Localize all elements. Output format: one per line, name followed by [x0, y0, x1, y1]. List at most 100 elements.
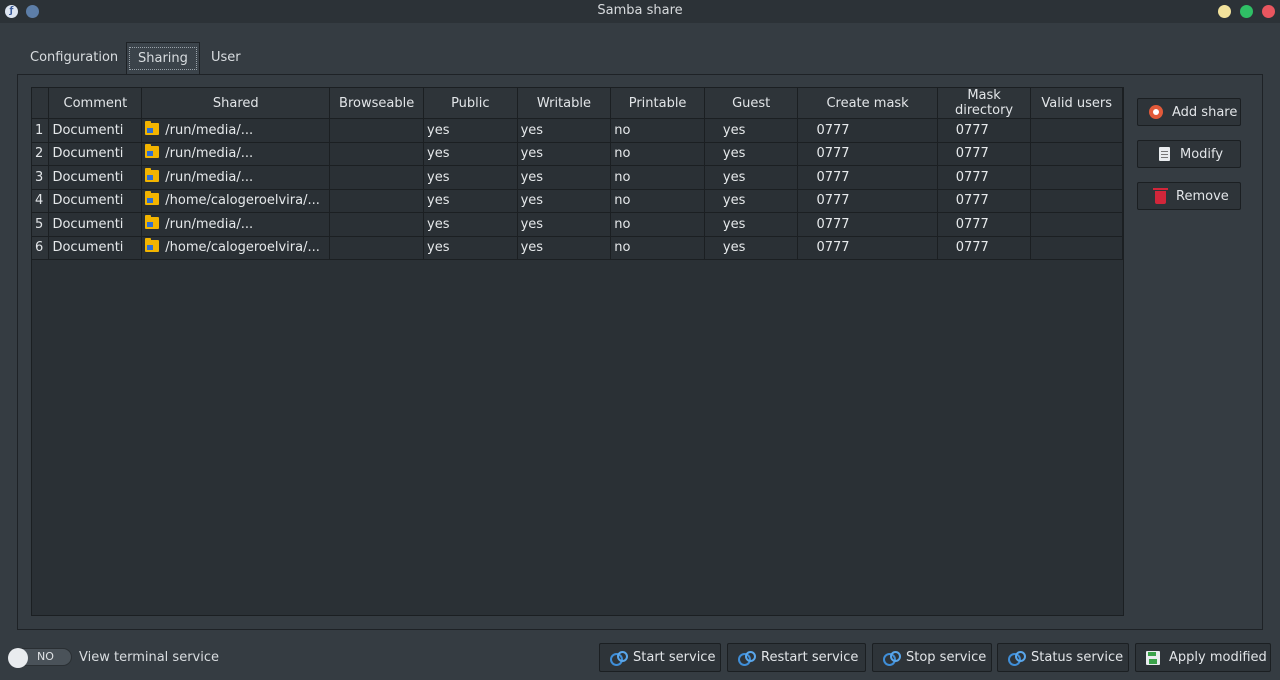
row-number[interactable]: 3 [32, 165, 50, 190]
cell-public[interactable]: yes [423, 189, 518, 213]
cell-valid-users[interactable] [1030, 118, 1123, 143]
corner-header[interactable] [32, 88, 50, 119]
cell-comment[interactable]: Documenti [48, 236, 143, 260]
cell-valid-users[interactable] [1030, 165, 1123, 190]
tab-configuration[interactable]: Configuration [18, 42, 130, 74]
cell-writable[interactable]: yes [517, 212, 612, 237]
cell-mask-directory[interactable]: 0777 [937, 142, 1032, 166]
cell-browseable[interactable] [329, 142, 425, 166]
row-number[interactable]: 5 [32, 212, 50, 237]
minimize-button[interactable] [1218, 5, 1231, 18]
cell-mask-directory[interactable]: 0777 [937, 236, 1032, 260]
row-number[interactable]: 2 [32, 142, 50, 166]
row-number[interactable]: 4 [32, 189, 50, 213]
cell-create-mask[interactable]: 0777 [797, 118, 938, 143]
cell-create-mask[interactable]: 0777 [797, 236, 938, 260]
shares-table[interactable]: Comment Shared Browseable Public Writabl… [31, 87, 1124, 616]
cell-guest[interactable]: yes [704, 118, 799, 143]
table-row[interactable]: 5 Documenti /run/media/... yes yes no ye… [32, 212, 1123, 237]
table-row[interactable]: 6 Documenti /home/calogeroelvira/... yes… [32, 236, 1123, 260]
cell-shared[interactable]: /home/calogeroelvira/... [141, 189, 331, 213]
cell-guest[interactable]: yes [704, 165, 799, 190]
remove-button[interactable]: Remove [1137, 182, 1241, 210]
column-header-public[interactable]: Public [423, 88, 518, 119]
cell-create-mask[interactable]: 0777 [797, 142, 938, 166]
cell-printable[interactable]: no [610, 118, 705, 143]
cell-printable[interactable]: no [610, 165, 705, 190]
column-header-browseable[interactable]: Browseable [329, 88, 425, 119]
cell-public[interactable]: yes [423, 212, 518, 237]
cell-public[interactable]: yes [423, 236, 518, 260]
tab-user-samba[interactable]: User samba [199, 42, 267, 96]
column-header-create-mask[interactable]: Create mask [797, 88, 938, 119]
apply-modified-button[interactable]: Apply modified [1135, 643, 1271, 672]
cell-create-mask[interactable]: 0777 [797, 189, 938, 213]
terminal-toggle[interactable]: NO [8, 648, 72, 668]
column-header-valid-users[interactable]: Valid users [1030, 88, 1123, 119]
stop-service-button[interactable]: Stop service [872, 643, 992, 672]
cell-comment[interactable]: Documenti [48, 165, 143, 190]
column-header-comment[interactable]: Comment [48, 88, 143, 119]
cell-guest[interactable]: yes [704, 212, 799, 237]
cell-valid-users[interactable] [1030, 142, 1123, 166]
cell-browseable[interactable] [329, 236, 425, 260]
table-row[interactable]: 3 Documenti /run/media/... yes yes no ye… [32, 165, 1123, 190]
cell-printable[interactable]: no [610, 212, 705, 237]
row-number[interactable]: 6 [32, 236, 50, 260]
cell-shared[interactable]: /run/media/... [141, 142, 331, 166]
cell-comment[interactable]: Documenti [48, 189, 143, 213]
cell-guest[interactable]: yes [704, 236, 799, 260]
cell-writable[interactable]: yes [517, 236, 612, 260]
cell-valid-users[interactable] [1030, 212, 1123, 237]
tab-sharing[interactable]: Sharing [126, 42, 200, 75]
cell-valid-users[interactable] [1030, 236, 1123, 260]
cell-comment[interactable]: Documenti [48, 142, 143, 166]
table-row[interactable]: 1 Documenti /run/media/... yes yes no ye… [32, 118, 1123, 143]
cell-public[interactable]: yes [423, 118, 518, 143]
column-header-shared[interactable]: Shared [141, 88, 331, 119]
column-header-writable[interactable]: Writable [517, 88, 612, 119]
cell-writable[interactable]: yes [517, 189, 612, 213]
cell-browseable[interactable] [329, 118, 425, 143]
cell-guest[interactable]: yes [704, 189, 799, 213]
cell-shared[interactable]: /run/media/... [141, 165, 331, 190]
cell-public[interactable]: yes [423, 165, 518, 190]
column-header-printable[interactable]: Printable [610, 88, 705, 119]
maximize-button[interactable] [1240, 5, 1253, 18]
gears-icon [737, 650, 756, 666]
cell-writable[interactable]: yes [517, 118, 612, 143]
cell-comment[interactable]: Documenti [48, 118, 143, 143]
cell-shared[interactable]: /run/media/... [141, 212, 331, 237]
cell-printable[interactable]: no [610, 236, 705, 260]
cell-create-mask[interactable]: 0777 [797, 212, 938, 237]
cell-writable[interactable]: yes [517, 142, 612, 166]
cell-mask-directory[interactable]: 0777 [937, 165, 1032, 190]
cell-public[interactable]: yes [423, 142, 518, 166]
cell-browseable[interactable] [329, 189, 425, 213]
cell-guest[interactable]: yes [704, 142, 799, 166]
cell-mask-directory[interactable]: 0777 [937, 212, 1032, 237]
cell-browseable[interactable] [329, 212, 425, 237]
cell-shared[interactable]: /run/media/... [141, 118, 331, 143]
close-button[interactable] [1262, 5, 1275, 18]
start-service-button[interactable]: Start service [599, 643, 721, 672]
modify-button[interactable]: Modify [1137, 140, 1241, 168]
cell-printable[interactable]: no [610, 142, 705, 166]
cell-browseable[interactable] [329, 165, 425, 190]
cell-comment[interactable]: Documenti [48, 212, 143, 237]
cell-mask-directory[interactable]: 0777 [937, 189, 1032, 213]
column-header-guest[interactable]: Guest [704, 88, 799, 119]
cell-create-mask[interactable]: 0777 [797, 165, 938, 190]
table-row[interactable]: 2 Documenti /run/media/... yes yes no ye… [32, 142, 1123, 166]
cell-printable[interactable]: no [610, 189, 705, 213]
cell-shared[interactable]: /home/calogeroelvira/... [141, 236, 331, 260]
cell-writable[interactable]: yes [517, 165, 612, 190]
cell-valid-users[interactable] [1030, 189, 1123, 213]
restart-service-button[interactable]: Restart service [727, 643, 866, 672]
cell-mask-directory[interactable]: 0777 [937, 118, 1032, 143]
add-share-button[interactable]: Add share [1137, 98, 1241, 126]
row-number[interactable]: 1 [32, 118, 50, 143]
status-service-button[interactable]: Status service [997, 643, 1129, 672]
column-header-mask-directory[interactable]: Mask directory [937, 88, 1032, 119]
table-row[interactable]: 4 Documenti /home/calogeroelvira/... yes… [32, 189, 1123, 213]
